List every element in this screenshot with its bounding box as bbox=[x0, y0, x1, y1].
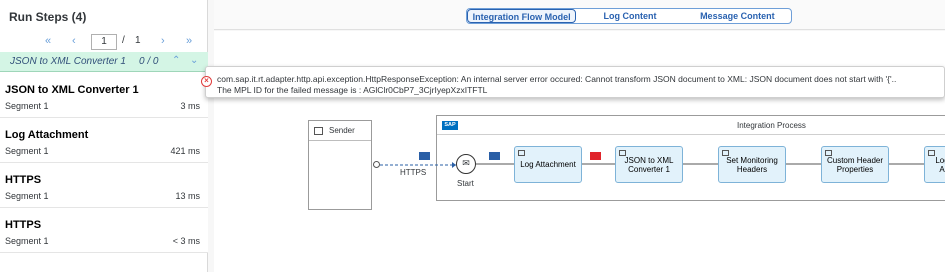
script-icon bbox=[928, 150, 935, 156]
box-label: Custom Header Properties bbox=[826, 155, 884, 174]
start-event[interactable]: ✉ bbox=[456, 154, 476, 174]
converter-icon bbox=[619, 150, 626, 156]
error-message: com.sap.it.rt.adapter.http.api.exception… bbox=[217, 74, 897, 84]
start-label: Start bbox=[457, 179, 474, 188]
error-close-icon[interactable]: × bbox=[201, 76, 212, 87]
step-log-a[interactable]: Log A bbox=[924, 146, 945, 183]
connector-endpoint bbox=[373, 161, 380, 168]
envelope-icon: ✉ bbox=[462, 158, 470, 168]
script-icon bbox=[825, 150, 832, 156]
box-label: Log A bbox=[935, 155, 945, 174]
step-set-monitoring-headers[interactable]: Set Monitoring Headers bbox=[718, 146, 786, 183]
https-label: HTTPS bbox=[400, 168, 427, 177]
step-custom-header-properties[interactable]: Custom Header Properties bbox=[821, 146, 889, 183]
mpl-id-text: The MPL ID for the failed message is : A… bbox=[217, 85, 488, 95]
error-message-icon bbox=[590, 152, 601, 160]
script-icon bbox=[722, 150, 729, 156]
connectors bbox=[380, 162, 924, 168]
box-label: Log Attachment bbox=[520, 160, 576, 169]
message-icon bbox=[489, 152, 500, 160]
step-json-to-xml[interactable]: JSON to XML Converter 1 bbox=[615, 146, 683, 183]
step-log-attachment[interactable]: Log Attachment bbox=[514, 146, 582, 183]
script-icon bbox=[518, 150, 525, 156]
error-popover: × com.sap.it.rt.adapter.http.api.excepti… bbox=[201, 66, 945, 98]
box-label: Set Monitoring Headers bbox=[726, 155, 778, 174]
box-label: JSON to XML Converter 1 bbox=[624, 155, 674, 174]
message-icon bbox=[419, 152, 430, 160]
